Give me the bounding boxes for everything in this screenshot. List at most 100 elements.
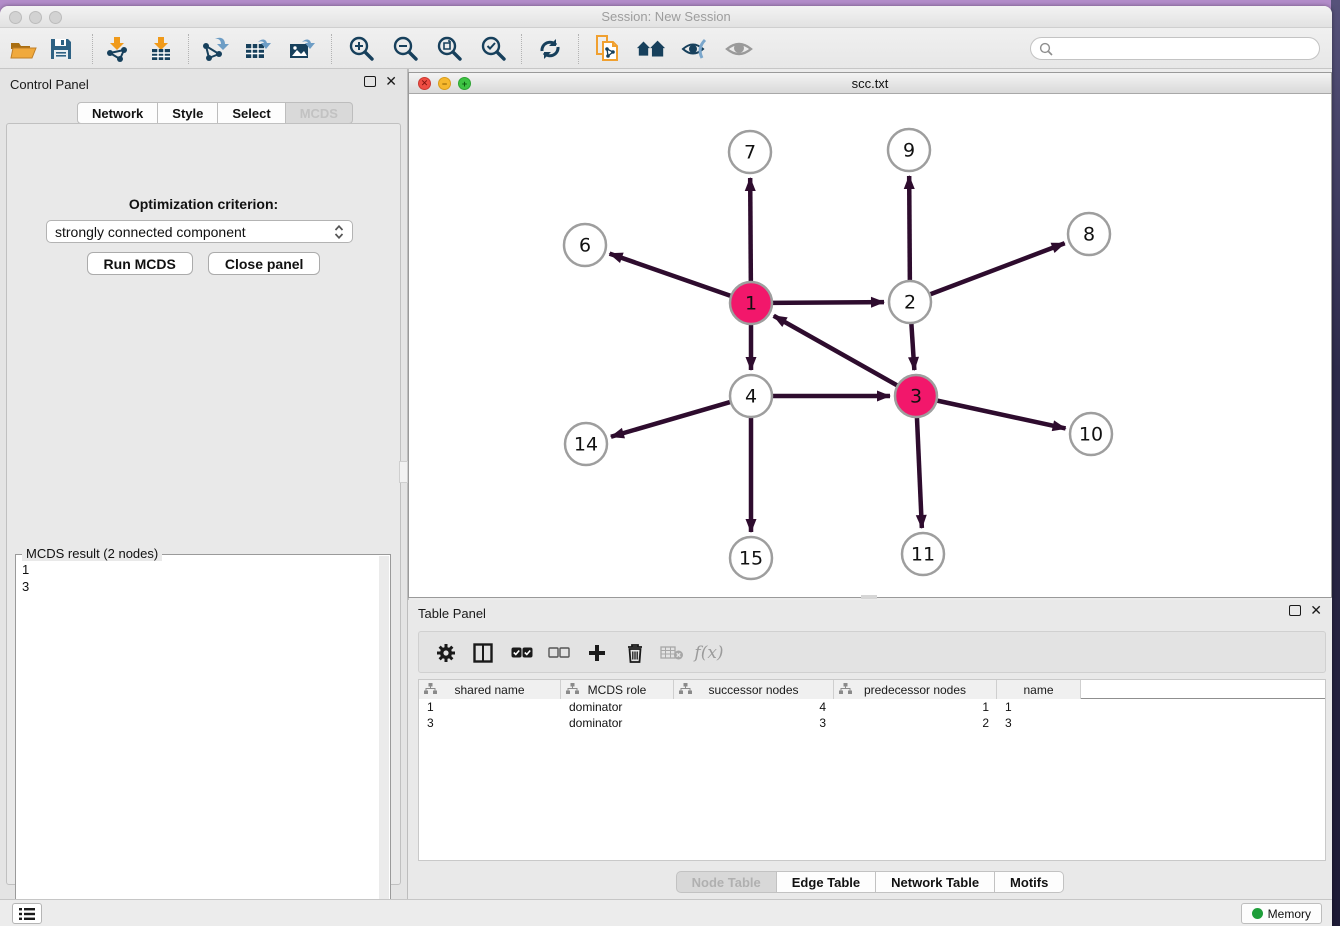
table-cell[interactable]: 2 xyxy=(834,716,997,732)
tab-style[interactable]: Style xyxy=(158,102,218,124)
optimization-criterion-label: Optimization criterion: xyxy=(7,196,400,212)
status-bar: Memory xyxy=(0,899,1332,926)
table-row[interactable]: 3dominator323 xyxy=(419,716,1325,732)
tab-mcds[interactable]: MCDS xyxy=(286,102,353,124)
control-panel: Control Panel ✕ NetworkStyleSelectMCDS O… xyxy=(0,69,407,899)
float-panel-icon[interactable] xyxy=(364,76,376,87)
add-column-icon[interactable] xyxy=(582,639,612,667)
table-cell[interactable]: 4 xyxy=(674,700,834,716)
toolbar-separator xyxy=(521,34,522,64)
network-window-titlebar[interactable]: ✕ − + scc.txt xyxy=(409,73,1331,94)
save-session-icon[interactable] xyxy=(46,35,76,63)
graph-edge-3-11[interactable] xyxy=(917,416,922,528)
graph-edge-2-9[interactable] xyxy=(909,176,910,282)
zoom-in-icon[interactable] xyxy=(346,35,376,63)
first-neighbors-icon[interactable] xyxy=(592,35,622,63)
refresh-layout-icon[interactable] xyxy=(535,35,565,63)
control-panel-title: Control Panel xyxy=(10,77,89,92)
table-body: 1dominator4113dominator323 xyxy=(419,700,1325,732)
column-header-successor-nodes[interactable]: successor nodes xyxy=(674,680,834,699)
column-header-shared-name[interactable]: shared name xyxy=(419,680,561,699)
control-panel-tabs: NetworkStyleSelectMCDS xyxy=(77,102,353,124)
close-panel-icon[interactable]: ✕ xyxy=(385,76,397,87)
table-cell[interactable]: 1 xyxy=(419,700,561,716)
select-all-icon[interactable] xyxy=(507,639,537,667)
graph-node-label: 3 xyxy=(910,386,922,408)
table-cell[interactable]: dominator xyxy=(561,716,674,732)
optimization-criterion-select[interactable]: strongly connected component xyxy=(46,220,353,243)
application-window: Session: New Session xyxy=(0,6,1332,926)
zoom-fit-icon[interactable] xyxy=(434,35,464,63)
table-cell[interactable]: 3 xyxy=(997,716,1081,732)
graph-node-label: 1 xyxy=(745,293,757,315)
graph-edge-2-3[interactable] xyxy=(911,322,914,370)
window-title: Session: New Session xyxy=(0,9,1332,24)
graph-edge-1-6[interactable] xyxy=(610,254,733,297)
search-icon xyxy=(1039,42,1053,56)
function-icon[interactable]: f(x) xyxy=(694,639,724,667)
import-table-icon[interactable] xyxy=(146,35,176,63)
import-network-icon[interactable] xyxy=(102,35,132,63)
column-header-MCDS-role[interactable]: MCDS role xyxy=(561,680,674,699)
tab-motifs[interactable]: Motifs xyxy=(995,871,1064,893)
search-box[interactable] xyxy=(1030,37,1320,60)
run-mcds-button[interactable]: Run MCDS xyxy=(87,252,193,275)
search-input[interactable] xyxy=(1058,42,1319,56)
node-table: shared nameMCDS rolesuccessor nodesprede… xyxy=(418,679,1326,861)
column-header-predecessor-nodes[interactable]: predecessor nodes xyxy=(834,680,997,699)
splitter-handle[interactable] xyxy=(399,461,408,483)
open-file-icon[interactable] xyxy=(8,35,38,63)
graph-node-label: 14 xyxy=(574,434,598,456)
graph-node-label: 9 xyxy=(903,140,915,162)
zoom-selected-icon[interactable] xyxy=(478,35,508,63)
gear-icon[interactable] xyxy=(431,639,461,667)
network-view-window: ✕ − + scc.txt 7968124314101511 xyxy=(408,72,1332,598)
table-cell[interactable]: 1 xyxy=(834,700,997,716)
table-cell[interactable]: 3 xyxy=(674,716,834,732)
tab-edge-table[interactable]: Edge Table xyxy=(777,871,876,893)
fx-label: f(x) xyxy=(694,643,723,663)
graph-node-label: 2 xyxy=(904,292,916,314)
split-view-icon[interactable] xyxy=(468,639,498,667)
tab-select[interactable]: Select xyxy=(218,102,285,124)
deselect-all-icon[interactable] xyxy=(544,639,574,667)
close-panel-button[interactable]: Close panel xyxy=(208,252,321,275)
tab-node-table[interactable]: Node Table xyxy=(676,871,777,893)
export-network-icon[interactable] xyxy=(200,35,230,63)
export-image-icon[interactable] xyxy=(288,35,318,63)
graph-node-label: 15 xyxy=(739,548,763,570)
toolbar-separator xyxy=(578,34,579,64)
result-scrollbar[interactable] xyxy=(379,556,389,926)
network-graph[interactable]: 7968124314101511 xyxy=(409,94,1331,597)
window-titlebar[interactable]: Session: New Session xyxy=(0,6,1332,28)
graph-edge-1-7[interactable] xyxy=(750,178,751,283)
tab-network[interactable]: Network xyxy=(77,102,158,124)
home-icon[interactable] xyxy=(636,35,666,63)
delete-column-icon[interactable] xyxy=(620,639,650,667)
graph-edge-3-1[interactable] xyxy=(774,316,899,386)
close-table-panel-icon[interactable]: ✕ xyxy=(1310,605,1322,616)
show-graphics-icon[interactable] xyxy=(724,35,754,63)
task-history-button[interactable] xyxy=(12,903,42,924)
mcds-result-box: MCDS result (2 nodes) 1 3 xyxy=(15,554,391,926)
table-row[interactable]: 1dominator411 xyxy=(419,700,1325,716)
network-canvas[interactable]: 7968124314101511 xyxy=(409,94,1331,597)
table-cell[interactable]: 1 xyxy=(997,700,1081,716)
table-cell[interactable]: 3 xyxy=(419,716,561,732)
graph-edge-4-14[interactable] xyxy=(611,402,732,437)
frame-resize-handle[interactable] xyxy=(861,595,877,599)
graph-node-label: 6 xyxy=(579,235,591,257)
hide-graphics-icon[interactable] xyxy=(680,35,710,63)
column-header-name[interactable]: name xyxy=(997,680,1081,699)
memory-button[interactable]: Memory xyxy=(1241,903,1322,924)
delete-table-icon[interactable] xyxy=(657,639,687,667)
export-table-icon[interactable] xyxy=(244,35,274,63)
zoom-out-icon[interactable] xyxy=(390,35,420,63)
float-table-panel-icon[interactable] xyxy=(1289,605,1301,616)
tab-network-table[interactable]: Network Table xyxy=(876,871,995,893)
graph-edge-3-10[interactable] xyxy=(936,400,1066,428)
desktop-background xyxy=(1331,0,1340,926)
graph-edge-1-2[interactable] xyxy=(771,302,884,303)
table-cell[interactable]: dominator xyxy=(561,700,674,716)
graph-edge-2-8[interactable] xyxy=(929,243,1065,295)
